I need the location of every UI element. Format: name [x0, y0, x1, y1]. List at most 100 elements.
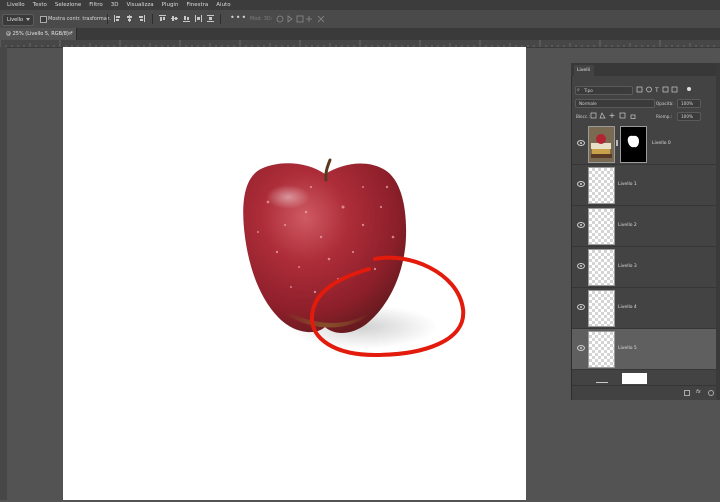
- mode-3d-label: Mod. 3D:: [250, 16, 273, 22]
- menu-aiuto[interactable]: Aiuto: [212, 0, 234, 10]
- tool-preset-label: Livello: [7, 17, 24, 23]
- ruler-ticks: [0, 40, 715, 47]
- eye-icon[interactable]: [577, 304, 585, 310]
- menu-testo[interactable]: Testo: [29, 0, 51, 10]
- document-tab[interactable]: @ 25% (Livello 5, RGB/8) * ×: [0, 28, 77, 40]
- document-canvas[interactable]: [63, 47, 526, 500]
- opacity-input[interactable]: 100%: [677, 99, 701, 108]
- link-icon[interactable]: [616, 140, 618, 146]
- fill-label: Riemp.:: [656, 114, 673, 119]
- canvas-artwork: [243, 158, 466, 358]
- distribute-vertical-icon[interactable]: [207, 15, 214, 22]
- layer-row-livello-1[interactable]: Livello 1: [572, 165, 720, 206]
- roll-3d-icon: [287, 15, 293, 23]
- separator: [107, 14, 108, 24]
- eye-icon[interactable]: [577, 181, 585, 187]
- tab-livelli-label: Livelli: [577, 68, 590, 73]
- layer-filter-select[interactable]: Tipo: [575, 86, 633, 95]
- layer-name: Livello 1: [618, 182, 637, 187]
- menu-livello[interactable]: Livello: [3, 0, 29, 10]
- filter-adjustment-icon: [646, 86, 652, 93]
- layer-filter-label: Tipo: [584, 88, 593, 93]
- scale-3d-icon: [317, 15, 325, 23]
- chevron-down-icon: [26, 18, 30, 21]
- layer-row-livello-2[interactable]: Livello 2: [572, 206, 720, 247]
- eye-icon[interactable]: [577, 345, 585, 351]
- layer-name: Livello 5: [618, 346, 637, 351]
- layer-thumbnail-white: [622, 373, 647, 384]
- slide-3d-icon: [306, 16, 312, 22]
- close-icon[interactable]: ×: [68, 31, 72, 37]
- layer-thumbnail-photo: [588, 126, 615, 163]
- lock-position-icon: [609, 113, 615, 118]
- filter-type-icon: T: [654, 87, 659, 94]
- menu-plugin[interactable]: Plugin: [158, 0, 183, 10]
- link-layers-icon[interactable]: [684, 390, 690, 396]
- opacity-label: Opacità:: [656, 101, 674, 106]
- filter-smart-icon: [671, 86, 678, 93]
- menu-3d[interactable]: 3D: [107, 0, 123, 10]
- menu-finestra[interactable]: Finestra: [182, 0, 212, 10]
- layer-name: Livello 4: [618, 305, 637, 310]
- blend-mode-select[interactable]: Normale: [575, 99, 655, 108]
- menu-filtro[interactable]: Filtro: [85, 0, 106, 10]
- fill-input[interactable]: 100%: [677, 112, 701, 121]
- layer-row-livello-3[interactable]: Livello 3: [572, 247, 720, 288]
- apple-highlight: [266, 185, 310, 209]
- layer-name: Livello 0: [652, 141, 671, 146]
- eye-icon[interactable]: [577, 263, 585, 269]
- separator: [152, 14, 153, 24]
- filter-toggle-icon: [687, 87, 691, 91]
- pan-3d-icon: [296, 15, 304, 23]
- photo-thumb-art: [589, 127, 614, 162]
- layer-mask-thumbnail[interactable]: [620, 126, 647, 163]
- 3d-tools-group: [276, 15, 325, 23]
- apple-body: [243, 163, 407, 333]
- layers-panel-footer: fx: [572, 385, 720, 400]
- align-middle-icon[interactable]: [171, 15, 178, 22]
- menu-bar: Livello Testo Selezione Filtro 3D Visual…: [0, 0, 720, 10]
- lock-transparent-icon: [590, 112, 597, 119]
- lock-pixels-icon: [599, 112, 606, 119]
- align-left-icon[interactable]: [114, 15, 121, 22]
- distribute-horizontal-icon[interactable]: [195, 15, 202, 22]
- tool-preset-select[interactable]: Livello: [2, 14, 34, 26]
- more-options-icon[interactable]: •••: [230, 13, 247, 22]
- filter-pixel-icon: [636, 86, 643, 93]
- eye-icon[interactable]: [577, 140, 585, 146]
- document-tab-bar: [0, 28, 720, 40]
- menu-selezione[interactable]: Selezione: [51, 0, 85, 10]
- separator: [220, 14, 221, 24]
- layer-row-livello-4[interactable]: Livello 4: [572, 288, 720, 329]
- panel-scrollbar[interactable]: [716, 63, 720, 400]
- vertical-ruler[interactable]: [0, 47, 7, 500]
- document-tab-title: @ 25% (Livello 5, RGB/8) *: [6, 31, 73, 37]
- align-bottom-icon[interactable]: [183, 15, 190, 22]
- show-transform-checkbox[interactable]: [40, 16, 47, 23]
- mask-shape: [627, 135, 639, 148]
- layer-thumbnail-transparent: [588, 167, 615, 204]
- align-top-icon[interactable]: [159, 15, 166, 22]
- filter-shape-icon: [662, 86, 669, 93]
- tab-livelli[interactable]: Livelli: [574, 65, 594, 76]
- layer-thumbnail-transparent: [588, 208, 615, 245]
- menu-visualizza[interactable]: Visualizza: [123, 0, 158, 10]
- lock-artboard-icon: [619, 112, 626, 119]
- show-transform-label: Mostra contr. trasformaz.: [48, 16, 111, 22]
- layer-row-livello-5[interactable]: Livello 5: [572, 329, 720, 370]
- layer-name: Livello 3: [618, 264, 637, 269]
- fx-icon[interactable]: fx: [696, 389, 701, 395]
- orbit-3d-icon: [276, 15, 284, 23]
- eye-icon[interactable]: [577, 222, 585, 228]
- add-mask-icon[interactable]: [708, 390, 714, 396]
- layer-filter-icons[interactable]: T: [636, 86, 696, 94]
- lock-icons[interactable]: [590, 112, 640, 120]
- search-icon: ⌕: [577, 87, 580, 93]
- align-center-icon[interactable]: [126, 15, 133, 22]
- layer-thumbnail-transparent: [588, 249, 615, 286]
- opacity-value: 100%: [681, 101, 693, 106]
- layer-row-livello-0[interactable]: Livello 0: [572, 124, 720, 165]
- align-right-icon[interactable]: [138, 15, 145, 22]
- blend-mode-value: Normale: [579, 101, 597, 106]
- layer-thumbnail-line: [596, 382, 608, 383]
